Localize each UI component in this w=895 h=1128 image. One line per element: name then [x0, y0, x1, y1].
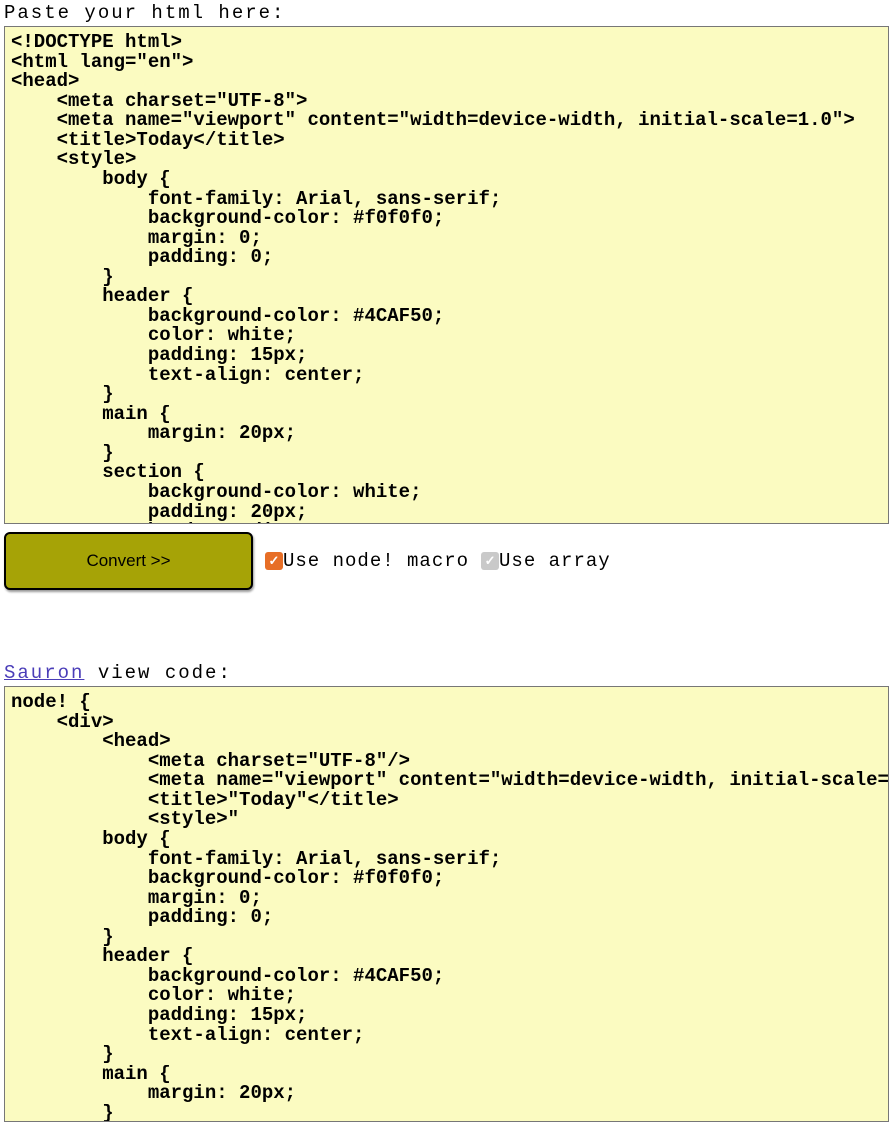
- output-label-text: view code:: [84, 662, 231, 684]
- input-label: Paste your html here:: [0, 0, 895, 26]
- checkbox-icon[interactable]: ✓: [265, 552, 283, 570]
- use-array-label: Use array: [499, 550, 611, 572]
- output-label: Sauron view code:: [0, 660, 895, 686]
- use-array-checkbox-group: ✓ Use array: [481, 550, 611, 572]
- sauron-link[interactable]: Sauron: [4, 662, 84, 684]
- controls-row: Convert >> ✓ Use node! macro ✓ Use array: [0, 530, 895, 592]
- checkbox-icon: ✓: [481, 552, 499, 570]
- use-node-macro-label: Use node! macro: [283, 550, 469, 572]
- use-node-macro-checkbox-group[interactable]: ✓ Use node! macro: [265, 550, 469, 572]
- html-input-textarea[interactable]: [4, 26, 889, 524]
- output-textarea[interactable]: [4, 686, 889, 1122]
- convert-button[interactable]: Convert >>: [4, 532, 253, 590]
